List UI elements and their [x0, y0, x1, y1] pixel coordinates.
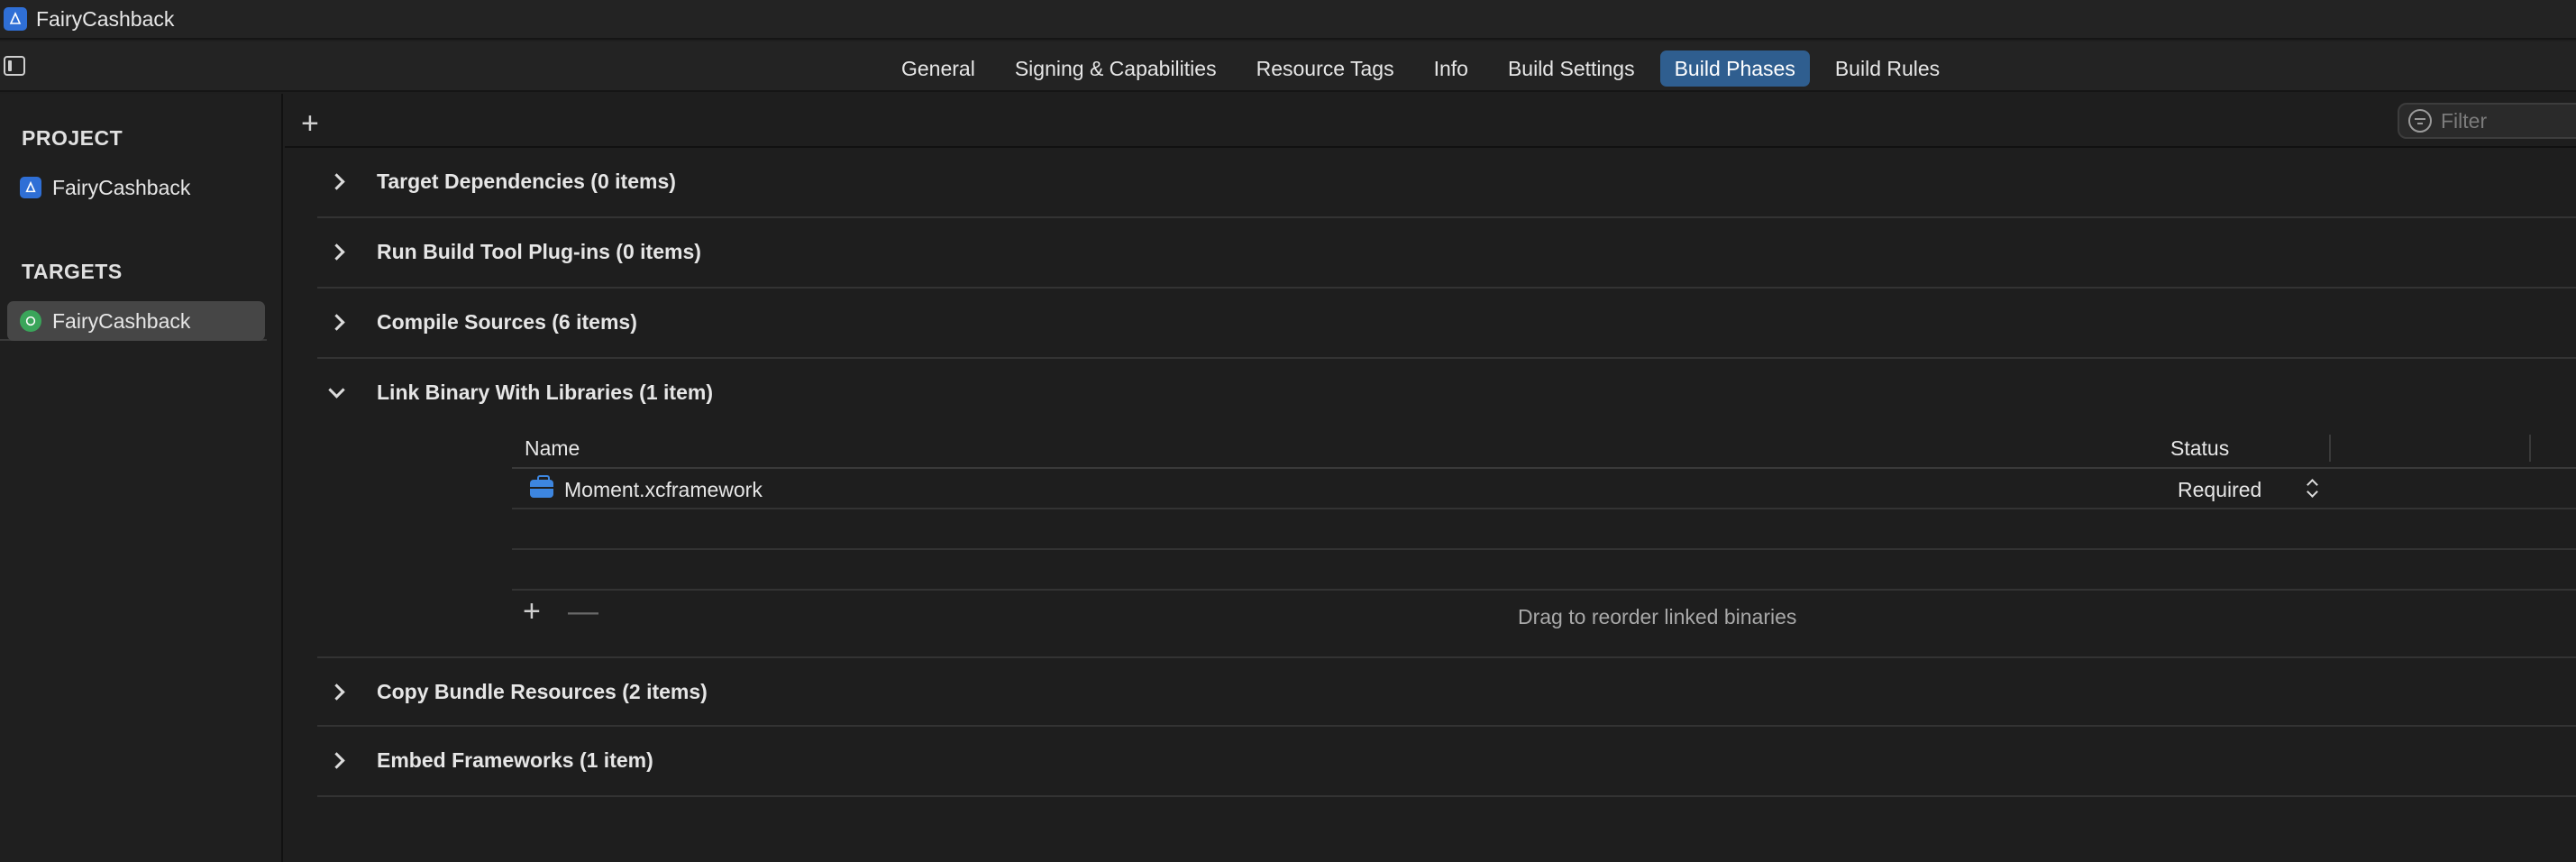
- table-footer: + — Drag to reorder linked binaries: [512, 591, 2576, 645]
- column-divider: [2329, 435, 2331, 462]
- tab-build-phases[interactable]: Build Phases: [1659, 50, 1810, 87]
- sidebar-toggle-icon[interactable]: [4, 56, 25, 76]
- column-header-status[interactable]: Status: [2170, 436, 2229, 461]
- project-section-header: PROJECT: [22, 126, 123, 150]
- phase-embed-frameworks[interactable]: Embed Frameworks (1 item): [317, 727, 2576, 797]
- reorder-hint: Drag to reorder linked binaries: [1518, 605, 1797, 628]
- phase-link-binary-with-libraries[interactable]: Link Binary With Libraries (1 item): [317, 359, 2576, 429]
- phase-title: Link Binary With Libraries (1 item): [377, 381, 713, 404]
- tab-signing-capabilities[interactable]: Signing & Capabilities: [1000, 50, 1231, 87]
- chevron-updown-icon[interactable]: [2306, 478, 2320, 500]
- sidebar-item-label: FairyCashback: [52, 175, 191, 199]
- phase-title: Copy Bundle Resources (2 items): [377, 680, 708, 703]
- phase-run-build-tool-plugins[interactable]: Run Build Tool Plug-ins (0 items): [317, 218, 2576, 289]
- filter-field[interactable]: [2398, 103, 2576, 139]
- sidebar-item-label: FairyCashback: [52, 308, 191, 333]
- editor-tabs: General Signing & Capabilities Resource …: [882, 50, 1959, 87]
- table-row-empty: [512, 550, 2576, 591]
- status-popup[interactable]: Required: [2178, 478, 2261, 502]
- tab-build-rules[interactable]: Build Rules: [1821, 50, 1954, 87]
- chevron-down-icon[interactable]: [326, 382, 346, 402]
- tab-resource-tags[interactable]: Resource Tags: [1242, 50, 1409, 87]
- chevron-right-icon[interactable]: [326, 171, 346, 191]
- filter-icon: [2408, 109, 2432, 133]
- xcode-project-icon: [4, 7, 27, 31]
- tab-general[interactable]: General: [887, 50, 990, 87]
- chevron-right-icon[interactable]: [326, 242, 346, 261]
- app-target-icon: [20, 310, 41, 332]
- filter-input[interactable]: [2439, 107, 2576, 134]
- table-header: Name Status: [512, 427, 2576, 469]
- framework-name: Moment.xcframework: [564, 478, 763, 501]
- phase-title: Target Dependencies (0 items): [377, 170, 676, 193]
- phase-title: Compile Sources (6 items): [377, 310, 637, 334]
- editor-tab-bar: General Signing & Capabilities Resource …: [0, 41, 2576, 92]
- title-bar: FairyCashback: [0, 0, 2576, 40]
- column-divider: [2529, 435, 2531, 462]
- linked-libraries-table: Name Status Moment.xcframework Required …: [512, 427, 2576, 645]
- chevron-right-icon[interactable]: [326, 750, 346, 770]
- phase-compile-sources[interactable]: Compile Sources (6 items): [317, 289, 2576, 359]
- build-phases-editor: + Target Dependencies (0 items) Run Buil…: [285, 94, 2576, 862]
- project-sidebar: PROJECT FairyCashback TARGETS FairyCashb…: [0, 94, 283, 862]
- add-build-phase-button[interactable]: +: [301, 108, 319, 139]
- table-row[interactable]: Moment.xcframework Required: [512, 469, 2576, 509]
- chevron-right-icon[interactable]: [326, 682, 346, 702]
- phase-title: Run Build Tool Plug-ins (0 items): [377, 240, 701, 263]
- project-icon: [20, 177, 41, 198]
- chevron-right-icon[interactable]: [326, 312, 346, 332]
- targets-section-header: TARGETS: [22, 260, 123, 283]
- tab-build-settings[interactable]: Build Settings: [1494, 50, 1649, 87]
- tab-info[interactable]: Info: [1420, 50, 1483, 87]
- sidebar-item-project[interactable]: FairyCashback: [7, 168, 265, 207]
- table-row-empty: [512, 509, 2576, 550]
- sidebar-item-target[interactable]: FairyCashback: [7, 301, 265, 341]
- remove-library-button[interactable]: —: [568, 594, 598, 629]
- window-title: FairyCashback: [36, 6, 175, 31]
- phase-copy-bundle-resources[interactable]: Copy Bundle Resources (2 items): [317, 656, 2576, 727]
- phase-target-dependencies[interactable]: Target Dependencies (0 items): [317, 148, 2576, 218]
- add-library-button[interactable]: +: [523, 594, 541, 629]
- phase-title: Embed Frameworks (1 item): [377, 748, 653, 772]
- column-header-name[interactable]: Name: [525, 436, 580, 461]
- framework-icon: [530, 475, 553, 498]
